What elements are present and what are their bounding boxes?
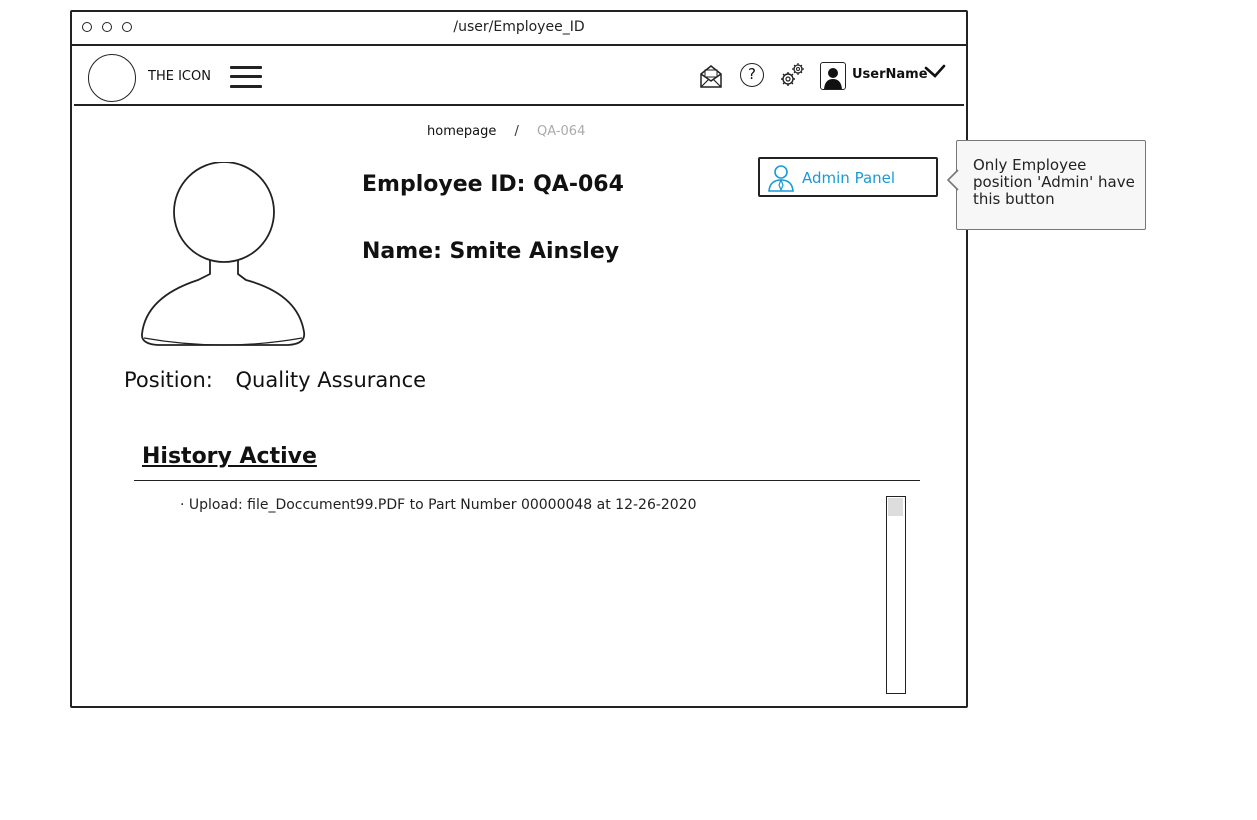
hamburger-icon[interactable]	[230, 65, 264, 89]
username-label[interactable]: UserName	[852, 67, 928, 82]
history-divider	[134, 480, 920, 481]
mail-open-icon[interactable]	[699, 63, 723, 93]
employee-name: Name: Smite Ainsley	[362, 239, 620, 264]
list-item: · Upload: file_Doccument99.PDF to Part N…	[180, 497, 697, 513]
logo[interactable]	[88, 54, 136, 102]
position-label: Position:	[124, 368, 213, 392]
admin-panel-button[interactable]: Admin Panel	[758, 157, 938, 197]
admin-panel-label: Admin Panel	[802, 169, 896, 187]
profile-avatar	[138, 161, 308, 361]
breadcrumb-current: QA-064	[537, 124, 586, 139]
callout-pointer	[946, 169, 959, 195]
window-titlebar: /user/Employee_ID	[72, 12, 966, 46]
address-bar[interactable]: /user/Employee_ID	[72, 19, 966, 35]
scrollbar-thumb[interactable]	[888, 498, 903, 516]
annotation-callout: Only Employee position 'Admin' have this…	[946, 140, 1146, 230]
employee-id: Employee ID: QA-064	[362, 172, 624, 197]
top-navbar: THE ICON ? UserName	[74, 48, 964, 106]
chevron-down-icon[interactable]	[924, 64, 946, 84]
gear-icon[interactable]	[779, 61, 807, 93]
breadcrumb-home-link[interactable]: homepage	[427, 124, 496, 139]
help-icon[interactable]: ?	[740, 63, 764, 87]
employee-position: Position: Quality Assurance	[124, 368, 426, 392]
callout-text: Only Employee position 'Admin' have this…	[973, 156, 1135, 208]
logo-text[interactable]: THE ICON	[148, 69, 211, 84]
breadcrumb: homepage / QA-064	[427, 124, 585, 139]
admin-user-icon	[766, 163, 796, 197]
position-value: Quality Assurance	[235, 368, 427, 392]
browser-window: /user/Employee_ID THE ICON ? UserName ho…	[70, 10, 968, 708]
history-scrollbar[interactable]	[886, 496, 906, 694]
breadcrumb-separator: /	[514, 124, 519, 139]
history-title: History Active	[142, 444, 317, 469]
user-icon[interactable]	[820, 62, 846, 90]
